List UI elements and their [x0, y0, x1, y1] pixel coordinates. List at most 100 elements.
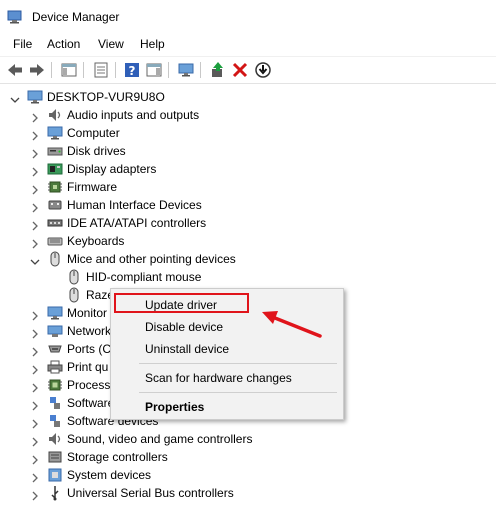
tree-item-label: Universal Serial Bus controllers: [67, 486, 234, 500]
chip-icon: [47, 179, 63, 195]
storage-controller-icon: [47, 449, 63, 465]
menu-view[interactable]: View: [98, 37, 124, 51]
network-adapter-icon: [47, 323, 63, 339]
tree-item-label: Ports (C: [67, 342, 112, 356]
properties-menu-item[interactable]: Properties: [111, 396, 343, 418]
chevron-right-icon[interactable]: [30, 434, 40, 447]
tree-item-storage[interactable]: Storage controllers: [0, 448, 300, 466]
tree-item-label: IDE ATA/ATAPI controllers: [67, 216, 207, 230]
display-adapter-icon: [47, 161, 63, 177]
tree-item-label: Network: [67, 324, 112, 338]
tree-item-usb[interactable]: Universal Serial Bus controllers: [0, 484, 300, 502]
help-icon[interactable]: ?: [123, 61, 141, 79]
tree-root[interactable]: DESKTOP-VUR9U8O: [0, 88, 300, 106]
menu-action[interactable]: Action: [47, 37, 80, 51]
update-driver-icon[interactable]: [209, 61, 227, 79]
red-arrow-icon: [258, 302, 328, 348]
tree-item-firmware[interactable]: Firmware: [0, 178, 300, 196]
system-devices-icon: [47, 467, 63, 483]
tree-item-label: Display adapters: [67, 162, 157, 176]
chevron-right-icon[interactable]: [30, 362, 40, 375]
tree-item-hid[interactable]: Human Interface Devices: [0, 196, 300, 214]
disk-drive-icon: [47, 143, 63, 159]
speaker-icon: [47, 107, 63, 123]
tree-item-disk-drives[interactable]: Disk drives: [0, 142, 300, 160]
chevron-right-icon[interactable]: [30, 200, 40, 213]
menu-file[interactable]: File: [13, 37, 32, 51]
ide-controller-icon: [47, 215, 63, 231]
chevron-right-icon[interactable]: [30, 236, 40, 249]
toolbar-separator: [168, 62, 169, 78]
chevron-right-icon[interactable]: [30, 398, 40, 411]
device-manager-icon: [7, 10, 23, 24]
chevron-right-icon[interactable]: [30, 452, 40, 465]
tree-item-audio[interactable]: Audio inputs and outputs: [0, 106, 300, 124]
tree-item-system-devices[interactable]: System devices: [0, 466, 300, 484]
title-bar: Device Manager: [0, 0, 496, 34]
software-component-icon: [47, 395, 63, 411]
mouse-icon: [66, 269, 82, 285]
chevron-right-icon[interactable]: [30, 488, 40, 501]
uninstall-x-icon[interactable]: [231, 61, 249, 79]
tree-item-label: Sound, video and game controllers: [67, 432, 253, 446]
svg-text:?: ?: [129, 64, 136, 78]
keyboard-icon: [47, 233, 63, 249]
tree-item-label: Disk drives: [67, 144, 126, 158]
show-hide-console-tree-icon[interactable]: [60, 61, 78, 79]
monitor-icon: [47, 305, 63, 321]
menu-separator: [139, 392, 337, 393]
chevron-down-icon[interactable]: [30, 254, 40, 265]
chevron-right-icon[interactable]: [30, 416, 40, 429]
tree-item-label: Keyboards: [67, 234, 125, 248]
tree-item-display-adapters[interactable]: Display adapters: [0, 160, 300, 178]
computer-icon: [27, 89, 43, 105]
chevron-right-icon[interactable]: [30, 110, 40, 123]
chevron-right-icon[interactable]: [30, 380, 40, 393]
chevron-right-icon[interactable]: [30, 128, 40, 141]
mouse-icon: [66, 287, 82, 303]
hid-icon: [47, 197, 63, 213]
mouse-icon: [47, 251, 63, 267]
menu-item-label: Uninstall device: [145, 342, 230, 356]
tree-item-hid-mouse[interactable]: HID-compliant mouse: [0, 268, 300, 286]
tree-item-label: Audio inputs and outputs: [67, 108, 200, 122]
tree-item-label: Mice and other pointing devices: [67, 252, 236, 266]
tree-item-ide[interactable]: IDE ATA/ATAPI controllers: [0, 214, 300, 232]
toolbar-separator: [200, 62, 201, 78]
chevron-right-icon[interactable]: [30, 344, 40, 357]
chevron-right-icon[interactable]: [30, 218, 40, 231]
tree-item-label: Firmware: [67, 180, 117, 194]
monitor-icon[interactable]: [177, 61, 195, 79]
tree-item-computer[interactable]: Computer: [0, 124, 300, 142]
menu-item-label: Scan for hardware changes: [145, 371, 292, 385]
toolbar-separator: [115, 62, 116, 78]
chevron-down-icon[interactable]: [10, 92, 20, 103]
chevron-right-icon[interactable]: [30, 470, 40, 483]
highlight-box: [114, 293, 249, 313]
properties-sheet-icon[interactable]: [92, 61, 110, 79]
chevron-right-icon[interactable]: [30, 164, 40, 177]
tree-item-label: Software: [67, 396, 115, 410]
tree-item-label: Monitor: [67, 306, 108, 320]
chevron-right-icon[interactable]: [30, 326, 40, 339]
scan-hardware-menu-item[interactable]: Scan for hardware changes: [111, 367, 343, 389]
computer-icon: [47, 125, 63, 141]
toolbar-separator: [83, 62, 84, 78]
usb-icon: [47, 485, 63, 501]
menu-help[interactable]: Help: [140, 37, 165, 51]
tree-item-keyboards[interactable]: Keyboards: [0, 232, 300, 250]
chevron-right-icon[interactable]: [30, 146, 40, 159]
forward-arrow-icon[interactable]: [28, 61, 46, 79]
port-icon: [47, 341, 63, 357]
back-arrow-icon[interactable]: [6, 61, 24, 79]
software-device-icon: [47, 413, 63, 429]
tree-item-label: Print qu: [67, 360, 109, 374]
tree-item-label: Storage controllers: [67, 450, 168, 464]
chevron-right-icon[interactable]: [30, 182, 40, 195]
tree-item-label: HID-compliant mouse: [86, 270, 202, 284]
tree-item-mice[interactable]: Mice and other pointing devices: [0, 250, 300, 268]
chevron-right-icon[interactable]: [30, 308, 40, 321]
show-action-pane-icon[interactable]: [145, 61, 163, 79]
download-circle-icon[interactable]: [254, 61, 272, 79]
tree-item-sound[interactable]: Sound, video and game controllers: [0, 430, 300, 448]
